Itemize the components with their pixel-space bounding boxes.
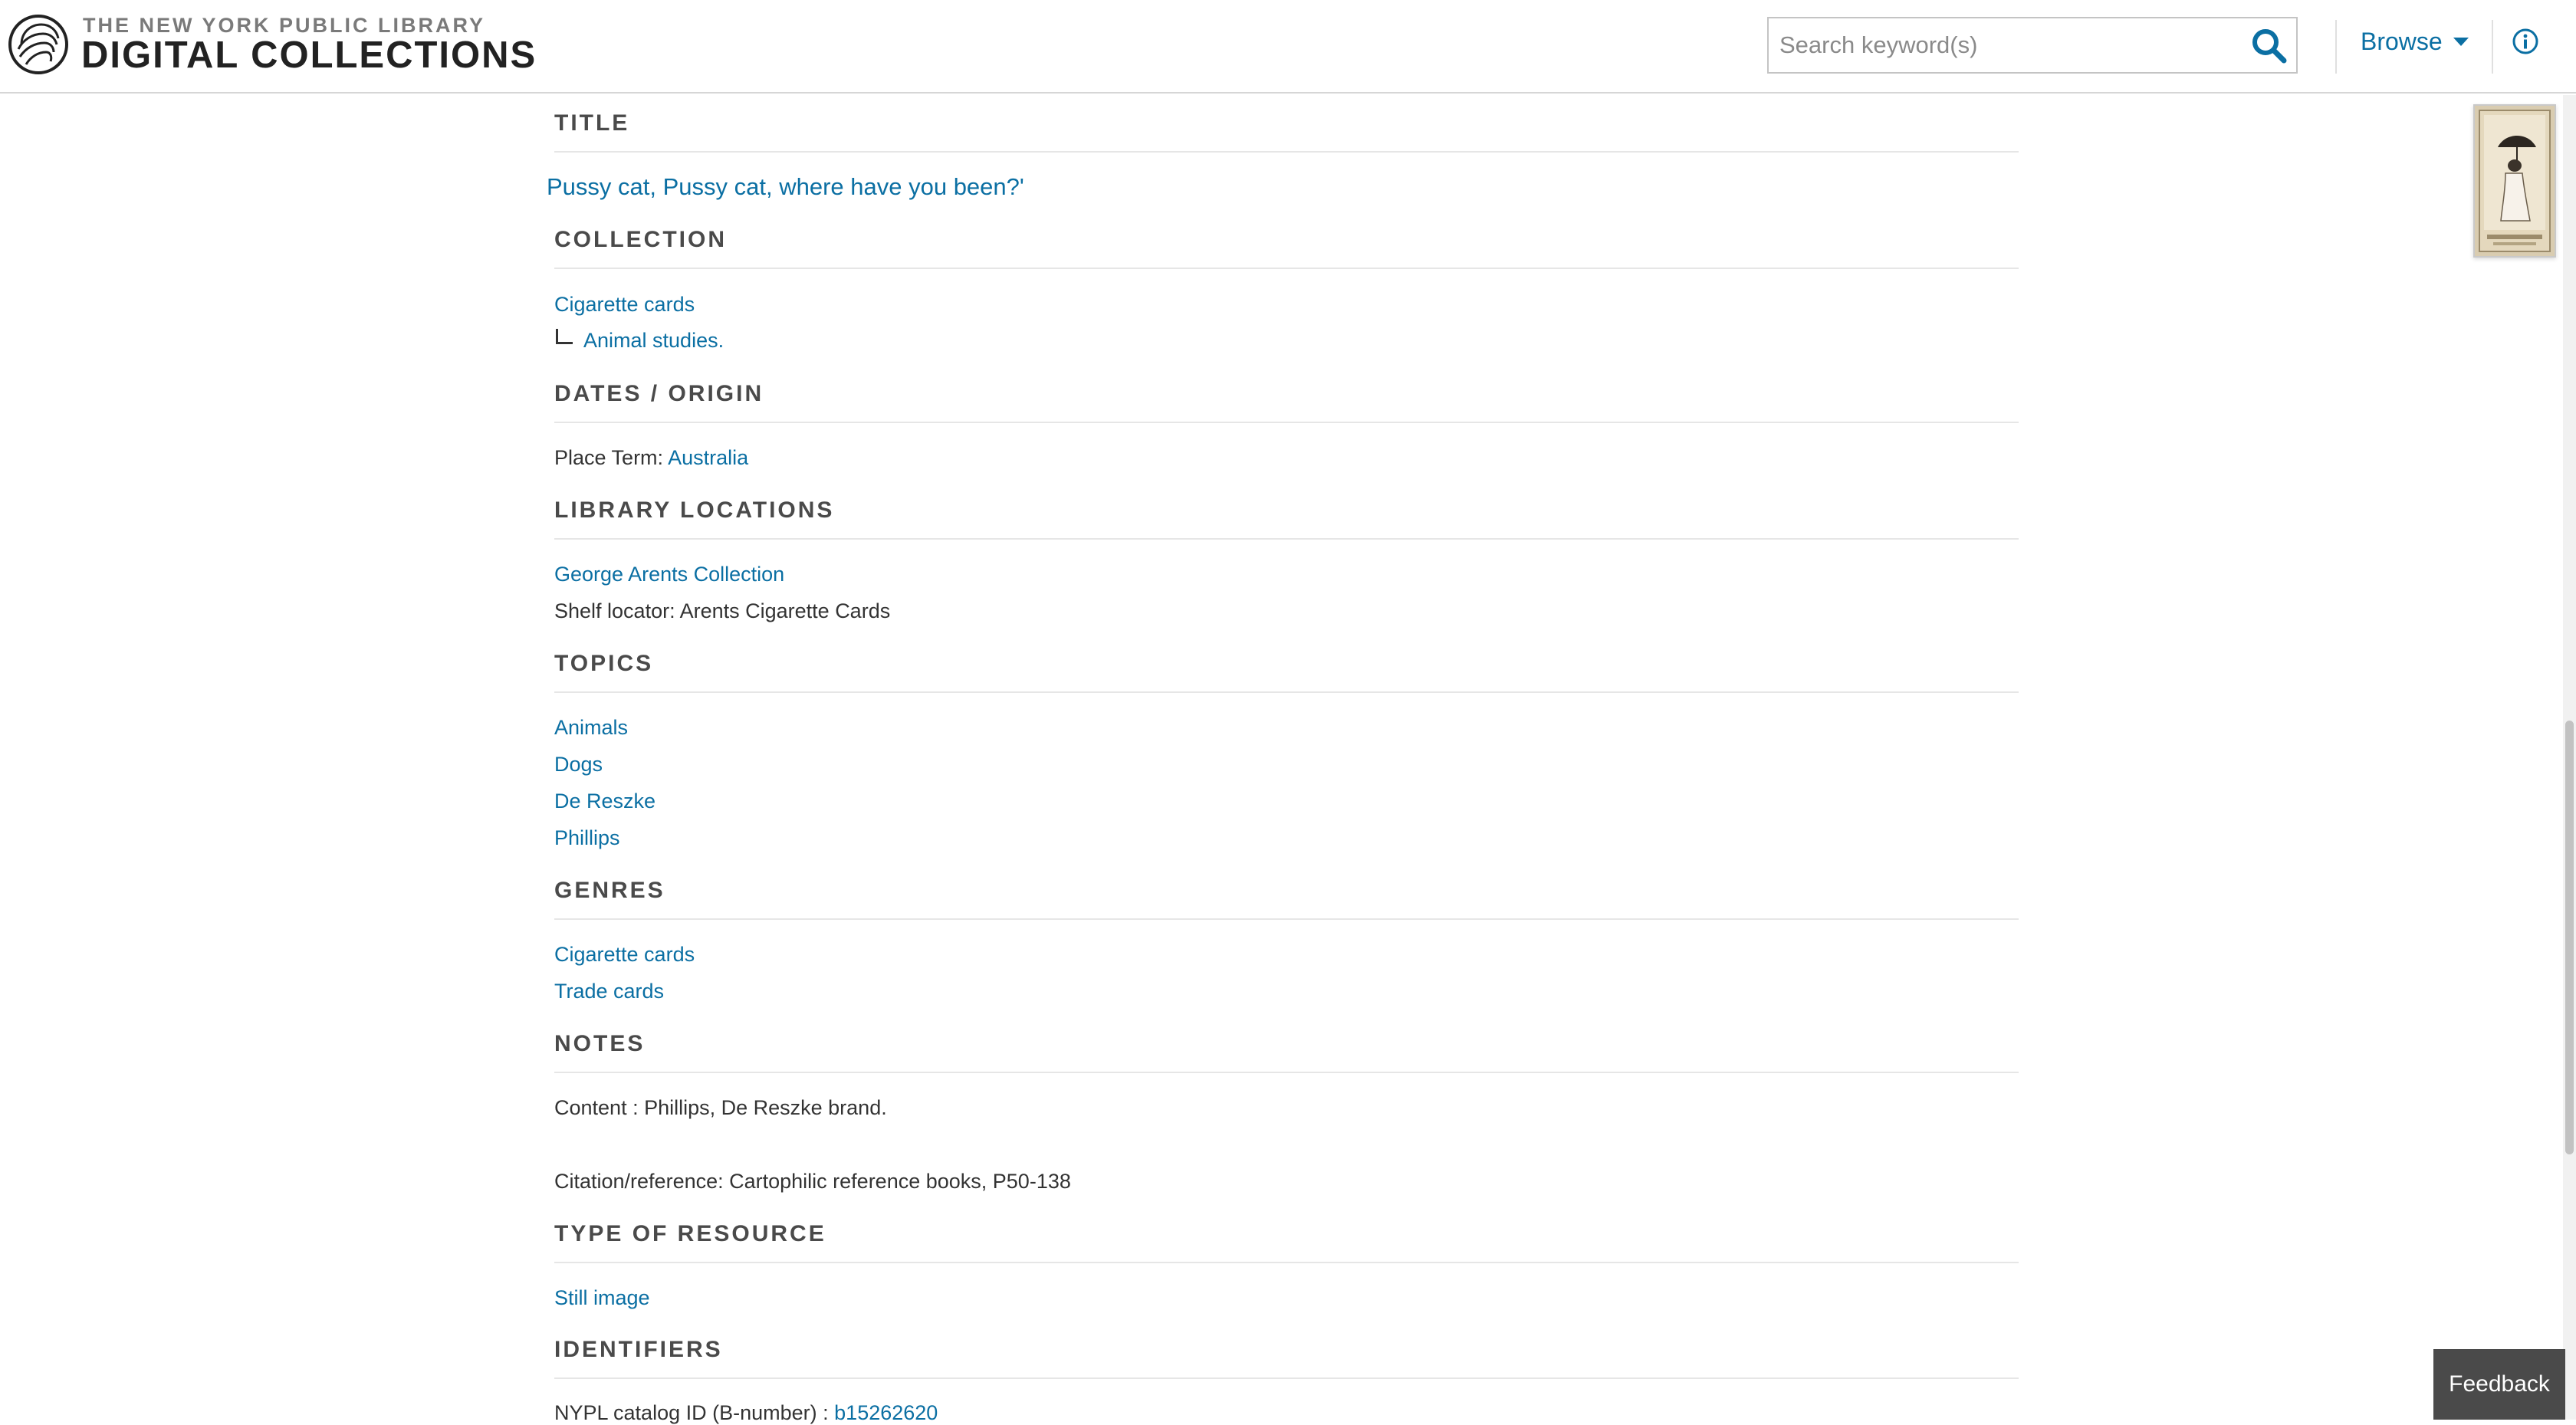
- catalog-id-row: NYPL catalog ID (B-number) : b15262620: [554, 1401, 938, 1425]
- section-heading-text: DATES / ORIGIN: [554, 381, 764, 406]
- section-heading-text: TITLE: [554, 110, 630, 136]
- caret-down-icon: [2453, 38, 2469, 47]
- collection-link[interactable]: Cigarette cards: [554, 293, 695, 317]
- section-heading-text: LIBRARY LOCATIONS: [554, 497, 835, 523]
- topics-section-heading: TOPICS: [554, 635, 2019, 693]
- genre-link[interactable]: Trade cards: [554, 980, 664, 1003]
- search-input[interactable]: [1769, 18, 2229, 72]
- genres-section-heading: GENRES: [554, 862, 2019, 920]
- sub-collection-item: Animal studies.: [556, 329, 724, 353]
- locations-section-heading: LIBRARY LOCATIONS: [554, 482, 2019, 540]
- topic-link[interactable]: Dogs: [554, 753, 603, 777]
- catalog-id-label: NYPL catalog ID (B-number) :: [554, 1401, 829, 1424]
- notes-section-heading: NOTES: [554, 1016, 2019, 1073]
- resource-type-link[interactable]: Still image: [554, 1286, 650, 1310]
- genre-link[interactable]: Cigarette cards: [554, 943, 695, 967]
- cigarette-card-image: [2479, 110, 2551, 252]
- shelf-locator-text: Shelf locator: Arents Cigarette Cards: [554, 599, 891, 622]
- resource-section-heading: TYPE OF RESOURCE: [554, 1206, 2019, 1263]
- header-divider: [2335, 20, 2337, 74]
- identifiers-section-heading: IDENTIFIERS: [554, 1322, 2019, 1379]
- header-divider: [2492, 20, 2493, 74]
- section-heading-text: NOTES: [554, 1031, 646, 1056]
- location-link[interactable]: George Arents Collection: [554, 563, 784, 586]
- section-heading-text: IDENTIFIERS: [554, 1337, 723, 1362]
- place-term-row: Place Term: Australia: [554, 446, 748, 470]
- catalog-id-link[interactable]: b15262620: [834, 1401, 938, 1424]
- info-icon[interactable]: [2512, 28, 2539, 55]
- notes-content-text: Content : Phillips, De Reszke brand.: [554, 1096, 887, 1119]
- section-heading-text: GENRES: [554, 878, 665, 903]
- dates-section-heading: DATES / ORIGIN: [554, 366, 2019, 423]
- scrollbar-thumb[interactable]: [2565, 721, 2574, 1154]
- browse-label: Browse: [2361, 28, 2443, 55]
- collection-section-heading: COLLECTION: [554, 212, 2019, 269]
- topic-link[interactable]: Phillips: [554, 826, 620, 850]
- feedback-button[interactable]: Feedback: [2433, 1349, 2565, 1420]
- sub-collection-link[interactable]: Animal studies.: [583, 329, 724, 352]
- title-section-heading: TITLE: [554, 95, 2019, 153]
- tree-branch-icon: [556, 329, 573, 344]
- logo-site-name[interactable]: DIGITAL COLLECTIONS: [81, 34, 537, 77]
- notes-citation-text: Citation/reference: Cartophilic referenc…: [554, 1170, 1071, 1193]
- place-term-label: Place Term:: [554, 446, 664, 469]
- place-term-link[interactable]: Australia: [668, 446, 748, 469]
- nypl-lion-icon[interactable]: [8, 14, 69, 75]
- browse-menu-button[interactable]: Browse: [2361, 28, 2469, 56]
- topic-link[interactable]: Animals: [554, 716, 628, 740]
- section-heading-text: COLLECTION: [554, 227, 727, 252]
- search-box: [1767, 17, 2298, 74]
- topic-link[interactable]: De Reszke: [554, 790, 656, 813]
- section-heading-text: TYPE OF RESOURCE: [554, 1221, 826, 1246]
- item-title-link[interactable]: Pussy cat, Pussy cat, where have you bee…: [547, 173, 1024, 201]
- search-icon[interactable]: [2250, 27, 2288, 65]
- site-header: THE NEW YORK PUBLIC LIBRARY DIGITAL COLL…: [0, 0, 2576, 94]
- section-heading-text: TOPICS: [554, 651, 654, 676]
- item-thumbnail[interactable]: [2473, 104, 2556, 258]
